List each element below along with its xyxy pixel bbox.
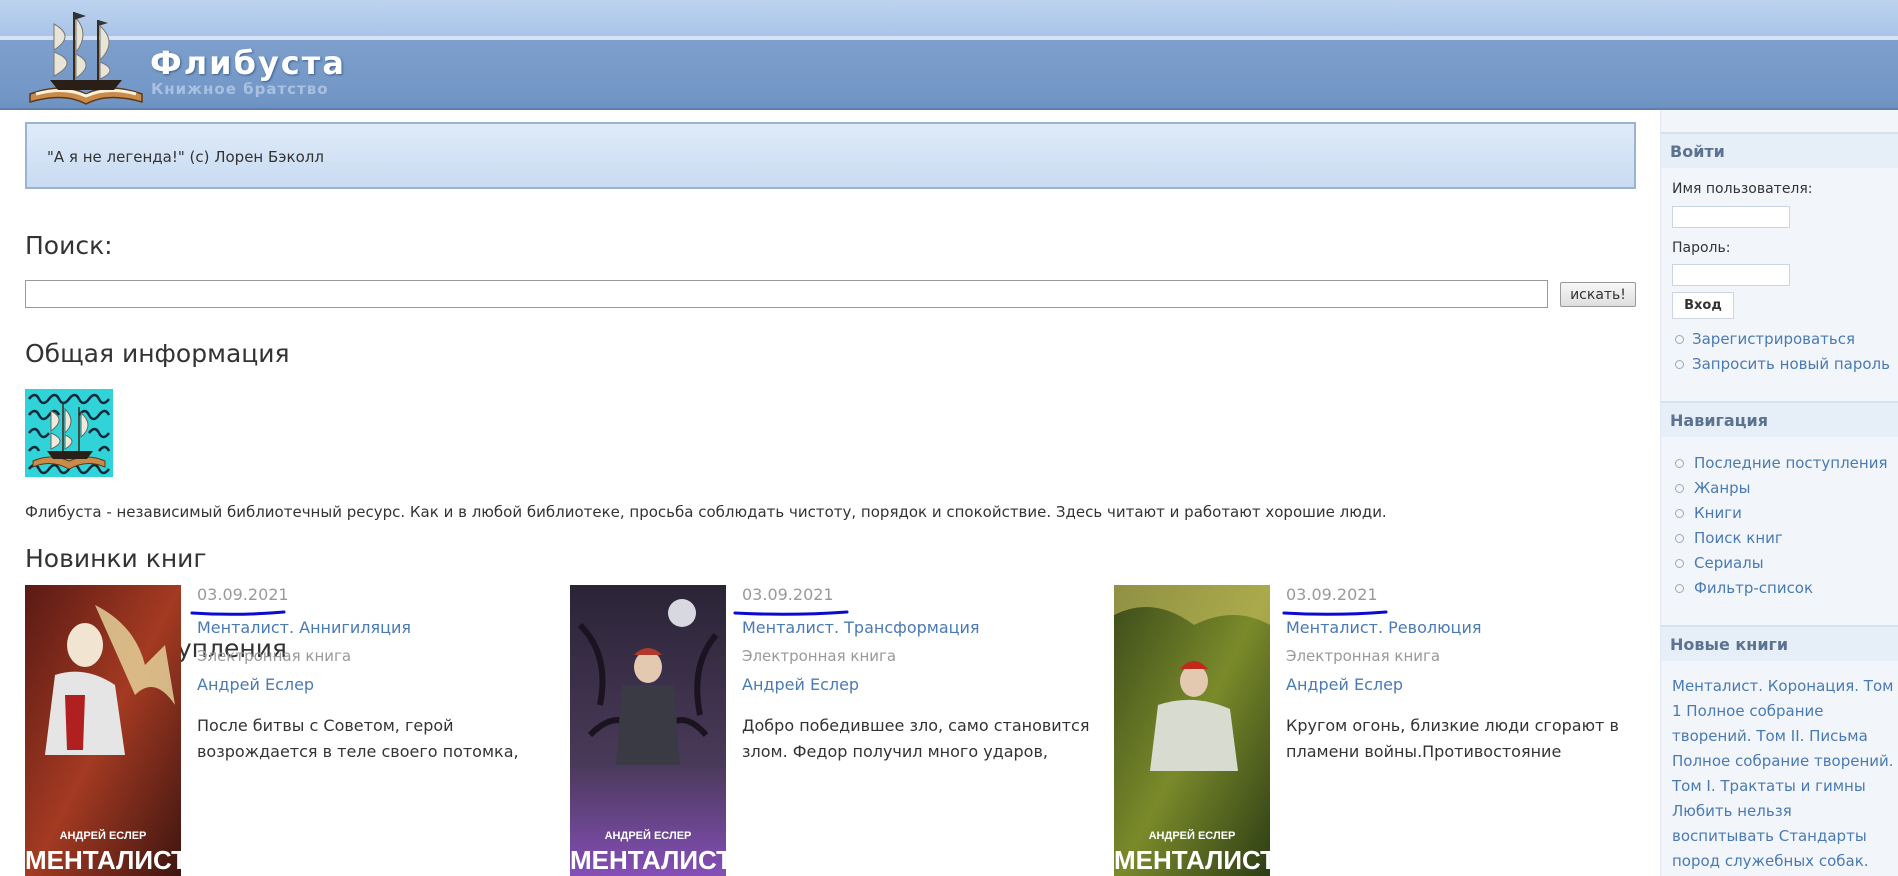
info-text: Флибуста - независимый библиотечный ресу…: [25, 503, 1387, 521]
cover-author-text: АНДРЕЙ ЕСЛЕР: [604, 830, 692, 842]
book-date: 03.09.2021: [742, 585, 834, 604]
username-label: Имя пользователя:: [1672, 181, 1813, 197]
bullet-icon: [1675, 459, 1684, 468]
site-slogan: Книжное братство: [151, 80, 329, 98]
nav-link-books[interactable]: Книги: [1694, 504, 1742, 522]
nav-link-filter[interactable]: Фильтр-список: [1694, 579, 1813, 597]
book-date: 03.09.2021: [1286, 585, 1378, 604]
ship-book-logo-icon[interactable]: [24, 2, 148, 110]
new-books-heading: Новинки книг: [25, 544, 207, 573]
search-heading: Поиск:: [25, 231, 113, 260]
header-band: [0, 36, 1898, 40]
nav-link-search[interactable]: Поиск книг: [1694, 529, 1783, 547]
search-input[interactable]: [25, 280, 1548, 308]
bullet-icon: [1675, 335, 1684, 344]
site-name[interactable]: Флибуста: [150, 44, 346, 82]
date-underline-mark: [1282, 610, 1388, 616]
info-heading: Общая информация: [25, 339, 290, 368]
book-title-link[interactable]: Менталист. Трансформация: [742, 618, 980, 637]
book-description: Кругом огонь, близкие люди сгорают в пла…: [1286, 716, 1619, 761]
book-type: Электронная книга: [742, 647, 897, 665]
register-link[interactable]: Зарегистрироваться: [1692, 330, 1855, 348]
cover-title-text: МЕНТАЛИСТ: [25, 845, 188, 875]
nav-link-latest[interactable]: Последние поступления: [1694, 454, 1888, 472]
search-button[interactable]: искать!: [1560, 282, 1636, 307]
ship-book-emblem-icon: [25, 389, 113, 477]
password-label: Пароль:: [1672, 240, 1731, 256]
new-books-list[interactable]: Менталист. Коронация. Том 1 Полное собра…: [1672, 674, 1896, 874]
cover-author-text: АНДРЕЙ ЕСЛЕР: [59, 830, 147, 842]
login-button[interactable]: Вход: [1672, 292, 1734, 319]
username-input[interactable]: [1672, 206, 1790, 228]
book-author-link[interactable]: Андрей Еслер: [1286, 675, 1403, 694]
date-underline-mark: [733, 610, 849, 616]
navigation-block-title: Навигация: [1661, 401, 1898, 437]
book-author-link[interactable]: Андрей Еслер: [197, 675, 314, 694]
password-input[interactable]: [1672, 264, 1790, 286]
site-header: Флибуста Книжное братство: [0, 0, 1898, 110]
cover-author-text: АНДРЕЙ ЕСЛЕР: [1148, 830, 1236, 842]
bullet-icon: [1675, 484, 1684, 493]
bullet-icon: [1675, 559, 1684, 568]
bullet-icon: [1675, 584, 1684, 593]
book-description: После битвы с Советом, герой возрождаетс…: [197, 716, 519, 761]
book-type: Электронная книга: [1286, 647, 1441, 665]
nav-link-series[interactable]: Сериалы: [1694, 554, 1764, 572]
bullet-icon: [1675, 509, 1684, 518]
book-type: Электронная книга: [197, 647, 352, 665]
nav-link-genres[interactable]: Жанры: [1694, 479, 1751, 497]
request-password-link[interactable]: Запросить новый пароль: [1692, 355, 1890, 373]
book-date: 03.09.2021: [197, 585, 289, 604]
login-block-title: Войти: [1661, 132, 1898, 168]
cover-title-text: МЕНТАЛИСТ: [1114, 845, 1277, 875]
book-description: Добро победившее зло, само становится зл…: [742, 716, 1090, 761]
quote-box: "А я не легенда!" (с) Лорен Бэколл: [25, 122, 1636, 189]
new-books-block-title: Новые книги: [1661, 625, 1898, 661]
bullet-icon: [1675, 534, 1684, 543]
quote-text: "А я не легенда!" (с) Лорен Бэколл: [47, 148, 324, 166]
date-underline-mark: [190, 610, 286, 616]
bullet-icon: [1675, 360, 1684, 369]
cover-title-text: МЕНТАЛИСТ: [570, 845, 733, 875]
sidebar: Войти Имя пользователя: Пароль: Вход Зар…: [1660, 110, 1898, 876]
book-title-link[interactable]: Менталист. Революция: [1286, 618, 1481, 637]
book-author-link[interactable]: Андрей Еслер: [742, 675, 859, 694]
book-title-link[interactable]: Менталист. Аннигиляция: [197, 618, 411, 637]
